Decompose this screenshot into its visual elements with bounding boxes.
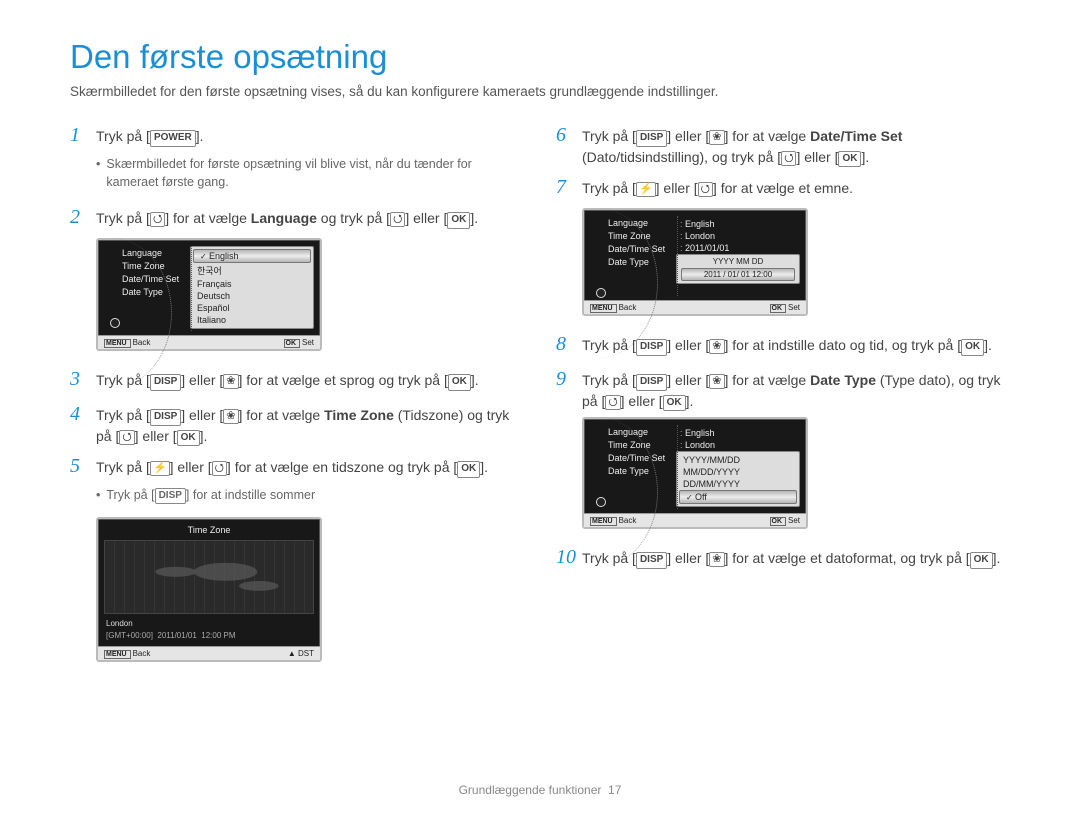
ok-key: OK — [447, 212, 470, 229]
step-5-note: Tryk på [DISP] for at indstille sommer — [96, 487, 524, 505]
step-7: 7 Tryk på [⚡] eller [⭯] for at vælge et … — [556, 173, 1010, 202]
ok-key: OK — [448, 374, 471, 391]
world-map — [104, 540, 314, 614]
gear-icon — [596, 288, 606, 298]
gear-icon — [596, 497, 606, 507]
step-9: 9 Tryk på [DISP] eller [❀] for at vælge … — [556, 365, 1010, 411]
camera-screenshot-language: Language Time Zone Date/Time Set Date Ty… — [96, 238, 322, 351]
lang-option-selected: English — [193, 249, 311, 263]
page-footer: Grundlæggende funktioner 17 — [0, 783, 1080, 797]
camera-screenshot-timezone: Time Zone London [GMT+00:00] 2011/01/01 … — [96, 517, 322, 662]
disp-key: DISP — [150, 374, 181, 391]
right-column: 6 Tryk på [DISP] eller [❀] for at vælge … — [556, 121, 1010, 676]
step-4: 4 Tryk på [DISP] eller [❀] for at vælge … — [70, 400, 524, 446]
timer-icon: ⭯ — [390, 212, 405, 227]
page-intro: Skærmbilledet for den første opsætning v… — [70, 84, 1010, 99]
step-1-note: Skærmbilledet for første opsætning vil b… — [96, 156, 524, 191]
step-1: 1 Tryk på [POWER]. — [70, 121, 524, 150]
content-columns: 1 Tryk på [POWER]. Skærmbilledet for før… — [70, 121, 1010, 676]
macro-icon: ❀ — [223, 374, 238, 389]
camera-screenshot-datetime: Language Time Zone Date/Time Set Date Ty… — [582, 208, 808, 316]
power-key: POWER — [150, 130, 196, 147]
step-number: 1 — [70, 121, 88, 150]
timer-icon: ⭯ — [150, 212, 165, 227]
gear-icon — [110, 318, 120, 328]
dst-label: ▲ DST — [288, 649, 314, 658]
step-number: 2 — [70, 203, 88, 232]
flash-icon: ⚡ — [150, 461, 170, 476]
page-title: Den første opsætning — [70, 38, 1010, 76]
left-column: 1 Tryk på [POWER]. Skærmbilledet for før… — [70, 121, 524, 676]
step-2: 2 Tryk på [⭯] for at vælge Language og t… — [70, 203, 524, 232]
step-6: 6 Tryk på [DISP] eller [❀] for at vælge … — [556, 121, 1010, 167]
camera-screenshot-datetype: Language Time Zone Date/Time Set Date Ty… — [582, 417, 808, 529]
step-5: 5 Tryk på [⚡] eller [⭯] for at vælge en … — [70, 452, 524, 481]
ok-set: Set — [284, 338, 314, 347]
